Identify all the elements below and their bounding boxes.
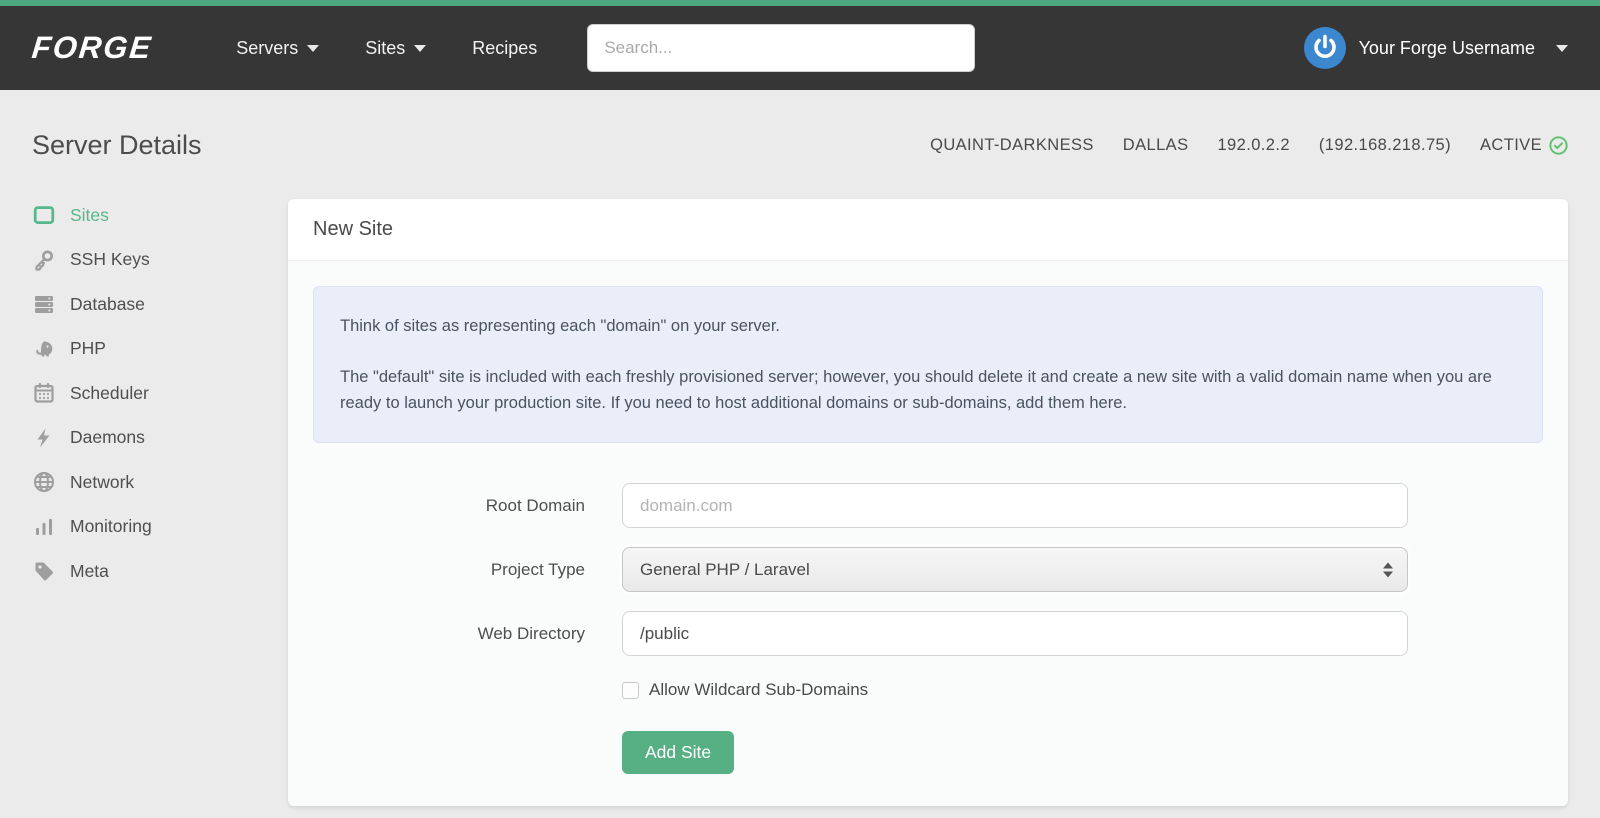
- sidebar-item-label: SSH Keys: [70, 249, 150, 269]
- project-type-label: Project Type: [490, 559, 585, 579]
- sidebar-item-network[interactable]: Network: [32, 469, 288, 495]
- navbar: FORGE Servers Sites Recipes Your Forge U…: [0, 6, 1600, 90]
- lightning-icon: [32, 426, 56, 450]
- power-avatar-icon: [1303, 27, 1346, 69]
- project-type-select[interactable]: General PHP / Laravel: [622, 547, 1408, 592]
- server-ip: 192.0.2.2: [1217, 136, 1290, 154]
- sidebar-item-label: Sites: [70, 204, 109, 225]
- submit-row: Add Site: [622, 731, 1543, 774]
- wildcard-checkbox[interactable]: [622, 681, 639, 699]
- web-directory-label: Web Directory: [477, 623, 585, 643]
- sidebar-item-label: Meta: [70, 560, 109, 581]
- wildcard-row: Allow Wildcard Sub-Domains: [622, 680, 1543, 700]
- page-content: Server Details QUAINT-DARKNESS DALLAS 19…: [0, 130, 1600, 806]
- nav-item-label: Sites: [365, 37, 406, 58]
- nav-item-servers[interactable]: Servers: [236, 37, 320, 59]
- calendar-icon: [32, 381, 56, 405]
- web-directory-field[interactable]: [622, 611, 1408, 656]
- server-private-ip: (192.168.218.75): [1318, 136, 1451, 154]
- nav-item-label: Servers: [236, 37, 299, 58]
- card-body: Think of sites as representing each "dom…: [288, 261, 1568, 806]
- server-meta: QUAINT-DARKNESS DALLAS 192.0.2.2 (192.16…: [930, 136, 1568, 155]
- nav-links: Servers Sites Recipes: [236, 38, 583, 59]
- globe-icon: [32, 470, 56, 494]
- status-badge: ACTIVE: [1480, 136, 1568, 155]
- sidebar-item-monitoring[interactable]: Monitoring: [32, 514, 288, 540]
- project-type-row: Project Type General PHP / Laravel: [313, 547, 1543, 592]
- sidebar-item-sites[interactable]: Sites: [32, 202, 288, 228]
- forge-logo[interactable]: FORGE: [30, 30, 154, 66]
- page-header: Server Details QUAINT-DARKNESS DALLAS 19…: [32, 130, 1568, 161]
- page-title: Server Details: [32, 130, 202, 160]
- nav-item-recipes[interactable]: Recipes: [472, 38, 537, 59]
- layout: Sites SSH Keys Database PHP Scheduler Da…: [32, 199, 1568, 806]
- search-input[interactable]: [587, 24, 976, 72]
- php-elephant-icon: [32, 337, 56, 361]
- root-domain-field[interactable]: [622, 483, 1408, 528]
- status-label: ACTIVE: [1480, 136, 1542, 154]
- sidebar-item-label: Database: [70, 293, 145, 314]
- wildcard-label: Allow Wildcard Sub-Domains: [649, 680, 869, 699]
- add-site-button[interactable]: Add Site: [622, 731, 735, 774]
- card-title: New Site: [288, 199, 1568, 261]
- alert-paragraph-2: The "default" site is included with each…: [340, 368, 1492, 412]
- main-panel: New Site Think of sites as representing …: [288, 199, 1568, 806]
- server-name: QUAINT-DARKNESS: [930, 136, 1094, 154]
- sidebar-item-label: Daemons: [70, 427, 145, 447]
- username-label: Your Forge Username: [1358, 37, 1535, 58]
- sidebar: Sites SSH Keys Database PHP Scheduler Da…: [32, 199, 288, 806]
- bar-chart-icon: [32, 515, 56, 539]
- sidebar-item-label: Monitoring: [70, 516, 152, 536]
- sidebar-item-php[interactable]: PHP: [32, 336, 288, 362]
- new-site-card: New Site Think of sites as representing …: [288, 199, 1568, 806]
- user-menu[interactable]: Your Forge Username: [1303, 27, 1568, 69]
- chevron-down-icon: [414, 44, 427, 52]
- key-icon: [32, 248, 56, 272]
- nav-item-sites[interactable]: Sites: [365, 37, 427, 59]
- sidebar-item-ssh-keys[interactable]: SSH Keys: [32, 247, 288, 273]
- chevron-down-icon: [1556, 44, 1568, 52]
- sidebar-item-label: PHP: [70, 338, 106, 358]
- tag-icon: [32, 559, 56, 583]
- sidebar-item-database[interactable]: Database: [32, 291, 288, 317]
- alert-paragraph-1: Think of sites as representing each "dom…: [340, 317, 781, 335]
- root-domain-label: Root Domain: [485, 495, 585, 515]
- sidebar-item-daemons[interactable]: Daemons: [32, 425, 288, 451]
- info-alert: Think of sites as representing each "dom…: [313, 286, 1543, 443]
- database-icon: [32, 292, 56, 316]
- window-icon: [32, 203, 56, 227]
- chevron-down-icon: [307, 44, 320, 52]
- web-directory-row: Web Directory: [313, 611, 1543, 656]
- root-domain-row: Root Domain: [313, 483, 1543, 528]
- nav-item-label: Recipes: [472, 37, 538, 58]
- check-circle-icon: [1549, 136, 1568, 155]
- sidebar-item-label: Network: [70, 471, 135, 492]
- sidebar-item-meta[interactable]: Meta: [32, 558, 288, 584]
- server-region: DALLAS: [1122, 136, 1189, 154]
- sidebar-item-label: Scheduler: [70, 382, 149, 403]
- sidebar-item-scheduler[interactable]: Scheduler: [32, 380, 288, 406]
